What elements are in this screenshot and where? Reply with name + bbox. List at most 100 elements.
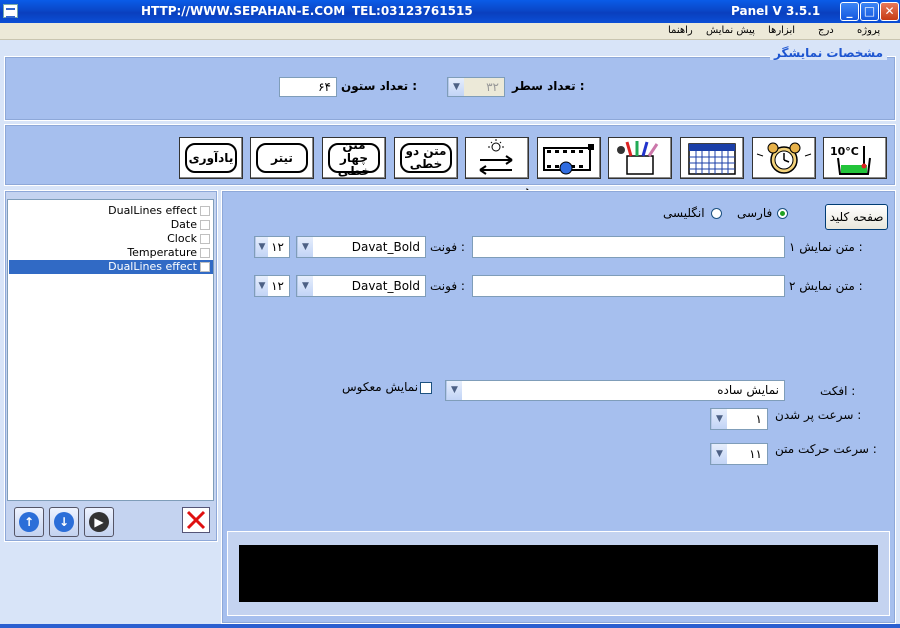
dual-lines-effect-icon xyxy=(479,139,513,175)
rows-value: ۳۲ xyxy=(486,80,499,94)
close-button[interactable]: ✕ xyxy=(880,2,899,21)
app-icon[interactable] xyxy=(3,4,18,18)
size1-select[interactable]: ۱۲ ▼ xyxy=(254,236,290,258)
font2-select[interactable]: Davat_Bold ▼ xyxy=(296,275,426,297)
move-up-button[interactable]: ↑ xyxy=(14,507,44,537)
website-url: HTTP://WWW.SEPAHAN-E.COM xyxy=(141,4,346,18)
two-line-text-button[interactable]: متن دو خطی xyxy=(394,137,458,179)
chevron-down-icon[interactable]: ▼ xyxy=(711,409,727,429)
chevron-down-icon[interactable]: ▼ xyxy=(448,78,464,96)
play-icon: ▶ xyxy=(89,512,109,532)
move-speed-value: ۱۱ xyxy=(749,447,762,461)
rows-label: تعداد سطر : xyxy=(512,79,585,93)
text2-input[interactable] xyxy=(472,275,785,297)
reverse-checkbox[interactable] xyxy=(420,382,432,394)
list-item[interactable]: DualLines effect xyxy=(9,204,213,218)
minimize-button[interactable]: _ xyxy=(840,2,859,21)
list-item-checkbox[interactable] xyxy=(200,220,210,230)
four-line-text-label: متن چهار خطی xyxy=(328,138,380,177)
effect-value: نمایش ساده xyxy=(717,383,779,397)
svg-text:10°C: 10°C xyxy=(830,145,859,158)
headline-button[interactable]: تیتر xyxy=(250,137,314,179)
text2-label: متن نمایش ۲ : xyxy=(789,279,863,293)
clock-button[interactable] xyxy=(752,137,816,179)
farsi-radio-dot[interactable] xyxy=(777,208,788,219)
menu-tools[interactable]: ابزارها xyxy=(768,25,795,36)
fill-speed-select[interactable]: ۱ ▼ xyxy=(710,408,768,430)
paint-button[interactable] xyxy=(608,137,672,179)
text1-input[interactable] xyxy=(472,236,785,258)
telephone: TEL:03123761515 xyxy=(352,4,473,18)
chevron-down-icon[interactable]: ▼ xyxy=(297,276,313,296)
menu-project[interactable]: پروژه xyxy=(857,25,880,36)
keyboard-button[interactable]: صفحه کلید xyxy=(825,204,888,230)
english-label: انگلیسی xyxy=(663,206,705,220)
menu-insert[interactable]: درج xyxy=(818,25,834,36)
chevron-down-icon[interactable]: ▼ xyxy=(446,381,462,400)
delete-x-icon xyxy=(186,510,206,530)
effect-select[interactable]: نمایش ساده ▼ xyxy=(445,380,785,401)
list-item-label: DualLines effect xyxy=(108,260,197,273)
list-item-label: Temperature xyxy=(127,246,197,259)
calendar-icon xyxy=(688,143,736,175)
menu-bar: پروژه درج ابزارها پیش نمایش راهنما xyxy=(0,23,900,40)
two-line-text-label: متن دو خطی xyxy=(400,143,452,173)
effect-label: افکت : xyxy=(820,384,856,398)
reminder-label: یادآوری xyxy=(185,143,237,173)
reverse-label: نمایش معکوس xyxy=(342,380,419,394)
headline-label: تیتر xyxy=(256,143,308,173)
font2-label: فونت : xyxy=(430,279,465,293)
cols-value: ۶۴ xyxy=(318,80,331,94)
font1-select[interactable]: Davat_Bold ▼ xyxy=(296,236,426,258)
english-radio-dot[interactable] xyxy=(711,208,722,219)
size2-select[interactable]: ۱۲ ▼ xyxy=(254,275,290,297)
chevron-down-icon[interactable]: ▼ xyxy=(255,237,268,257)
video-button[interactable] xyxy=(537,137,601,179)
farsi-label: فارسی xyxy=(737,206,773,220)
maximize-button[interactable]: □ xyxy=(860,2,879,21)
chevron-down-icon[interactable]: ▼ xyxy=(711,444,727,464)
font1-label: فونت : xyxy=(430,240,465,254)
font2-value: Davat_Bold xyxy=(351,279,420,293)
move-speed-label: سرعت حرکت متن : xyxy=(775,442,877,456)
text1-label: متن نمایش ۱ : xyxy=(789,240,863,254)
menu-preview[interactable]: پیش نمایش xyxy=(706,25,755,36)
items-list[interactable]: DualLines effect Date Clock Temperature Dual… xyxy=(7,199,214,501)
led-preview-screen xyxy=(239,545,878,602)
list-item-label: Clock xyxy=(167,232,197,245)
list-item-label: DualLines effect xyxy=(108,204,197,217)
temperature-button[interactable]: 10°C xyxy=(823,137,887,179)
alarm-clock-icon xyxy=(756,142,812,174)
list-item[interactable]: Clock xyxy=(9,232,213,246)
list-item[interactable]: DualLines effect xyxy=(9,260,213,274)
list-item[interactable]: Temperature xyxy=(9,246,213,260)
fill-speed-value: ۱ xyxy=(755,412,762,426)
arrow-up-icon: ↑ xyxy=(19,512,39,532)
list-item-label: Date xyxy=(170,218,197,231)
dual-lines-effect-button[interactable] xyxy=(465,137,529,179)
cols-label: تعداد ستون : xyxy=(341,79,418,93)
list-item-checkbox[interactable] xyxy=(200,206,210,216)
date-button[interactable] xyxy=(680,137,744,179)
rows-select[interactable]: ۳۲ ▼ xyxy=(447,77,505,97)
chevron-down-icon[interactable]: ▼ xyxy=(255,276,268,296)
font1-value: Davat_Bold xyxy=(351,240,420,254)
bottom-border xyxy=(0,624,900,628)
list-item-checkbox[interactable] xyxy=(200,248,210,258)
move-down-button[interactable]: ↓ xyxy=(49,507,79,537)
move-speed-select[interactable]: ۱۱ ▼ xyxy=(710,443,768,465)
chevron-down-icon[interactable]: ▼ xyxy=(297,237,313,257)
play-button[interactable]: ▶ xyxy=(84,507,114,537)
arrow-down-icon: ↓ xyxy=(54,512,74,532)
list-item-checkbox[interactable] xyxy=(200,234,210,244)
four-line-text-button[interactable]: متن چهار خطی xyxy=(322,137,386,179)
display-section-title: مشخصات نمایشگر xyxy=(770,46,888,60)
menu-help[interactable]: راهنما xyxy=(668,25,693,36)
delete-button[interactable] xyxy=(182,507,210,533)
cols-input[interactable]: ۶۴ xyxy=(279,77,337,97)
reminder-button[interactable]: یادآوری xyxy=(179,137,243,179)
list-item-checkbox[interactable] xyxy=(200,262,210,272)
list-item[interactable]: Date xyxy=(9,218,213,232)
size1-value: ۱۲ xyxy=(271,240,284,254)
size2-value: ۱۲ xyxy=(271,279,284,293)
